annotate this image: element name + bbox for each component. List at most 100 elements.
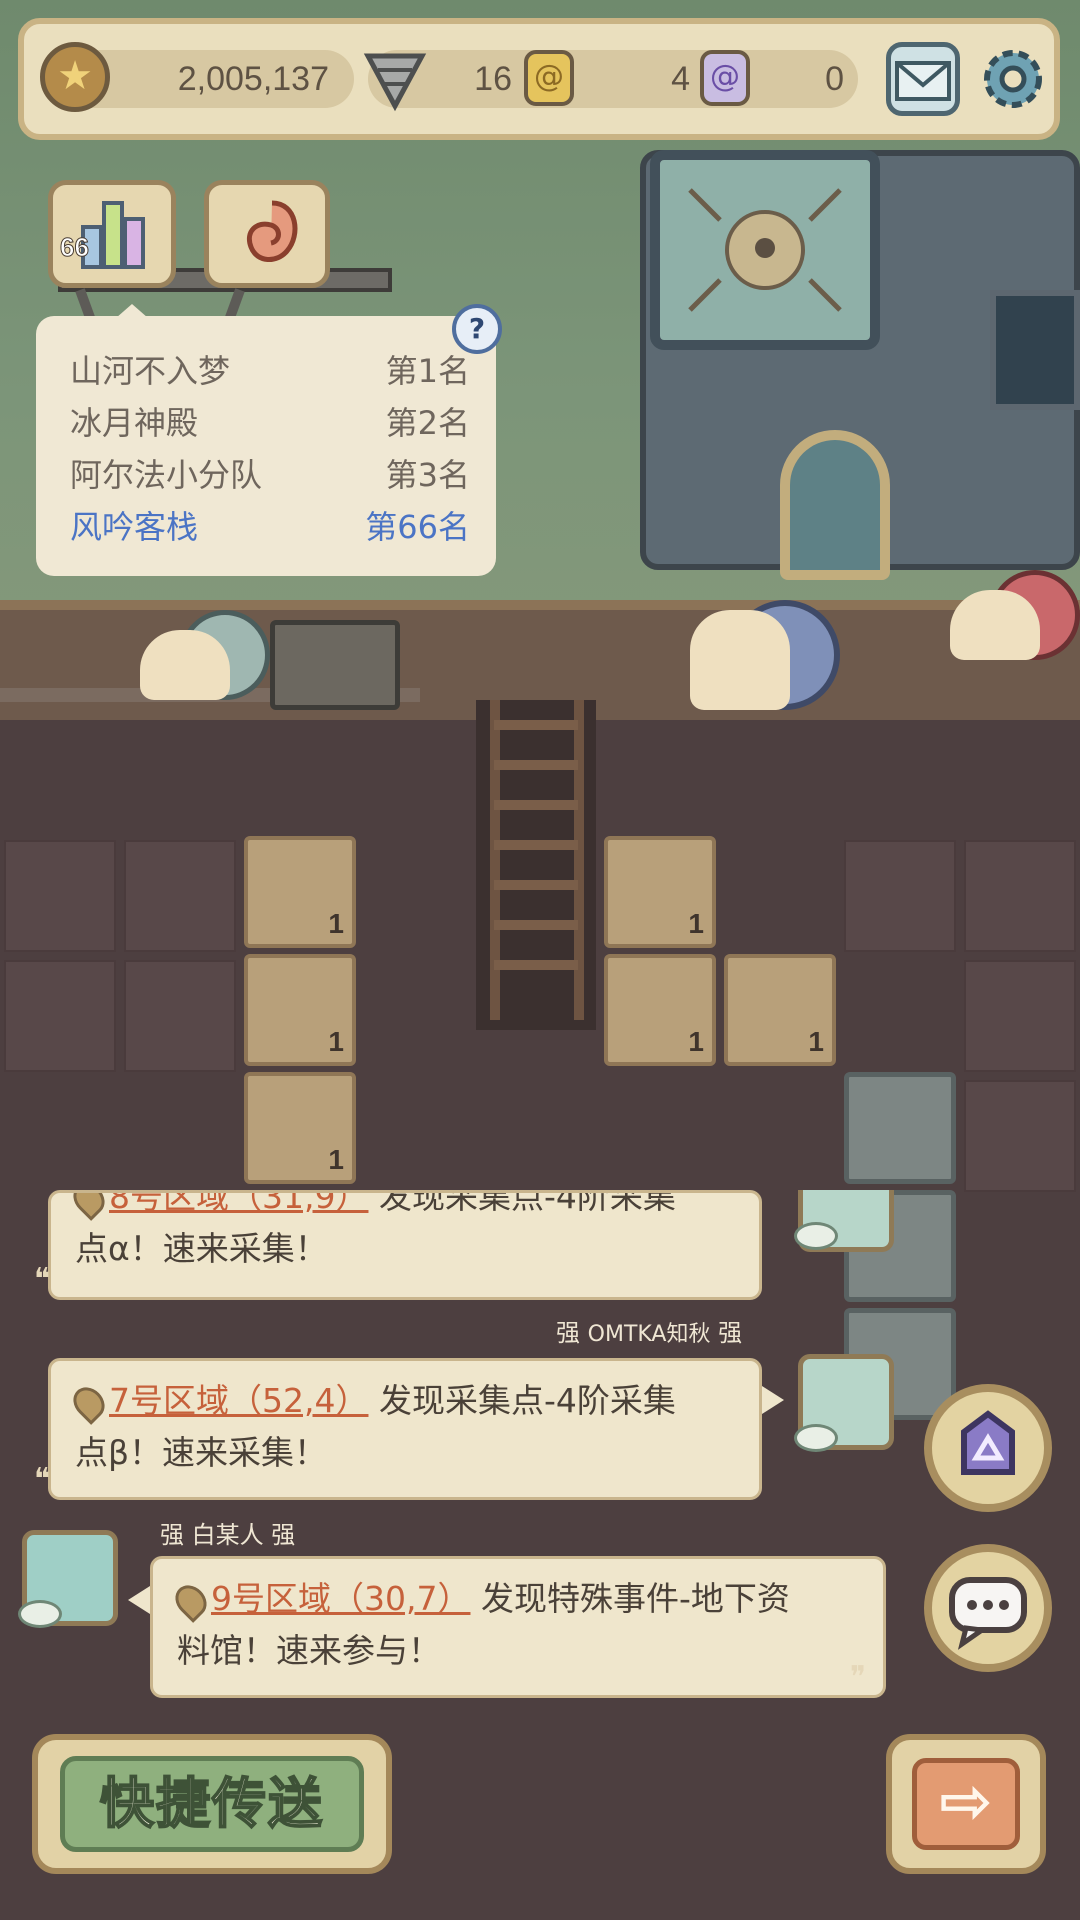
- sender-name-row: 强 OMTKA知秋 强: [556, 1316, 742, 1350]
- star-coin-icon: ★: [40, 42, 110, 112]
- npc-snail[interactable]: [950, 550, 1080, 660]
- message-text: 发现特殊事件-地下资: [480, 1579, 790, 1618]
- location-pin-icon: [67, 1380, 111, 1425]
- mail-button[interactable]: [886, 42, 960, 116]
- dirt-tile[interactable]: 1: [244, 954, 356, 1066]
- ladder-rail: [490, 700, 500, 1020]
- monitor-screen: [650, 150, 880, 350]
- eye-icon: [794, 1424, 838, 1452]
- guild-place: 第1名: [385, 352, 470, 390]
- quick-teleport-button[interactable]: 快捷传送: [32, 1734, 392, 1874]
- rank-tag-icon: 强: [271, 1521, 296, 1549]
- rank-tag-icon: 强: [718, 1319, 743, 1347]
- gold-spiral-badge-icon: @: [524, 50, 574, 106]
- settings-button[interactable]: [976, 42, 1050, 116]
- npc-snail[interactable]: [140, 590, 270, 700]
- bubble-tail: [128, 1586, 150, 1614]
- message-text: 发现采集点-4阶采集: [378, 1381, 676, 1420]
- guild-place: 第2名: [385, 404, 470, 442]
- spider-robot-icon: [688, 188, 842, 312]
- rank-row: 冰月神殿 第2名: [70, 398, 470, 446]
- rock-tile: [964, 1080, 1076, 1192]
- quote-icon: ❞: [850, 1660, 867, 1695]
- location-link[interactable]: 9号区域（30,7）: [211, 1579, 470, 1618]
- guild-place: 第3名: [385, 456, 470, 494]
- leaderboard-rank-badge: 66: [60, 232, 90, 263]
- message-text: 点α！速来采集！: [75, 1229, 328, 1268]
- player-snail[interactable]: [690, 580, 840, 710]
- eye-icon: [794, 1222, 838, 1250]
- rock-tile: [964, 960, 1076, 1072]
- drill-icon: [363, 53, 427, 112]
- chat-icon: [949, 1577, 1027, 1650]
- ladder-rung: [494, 800, 578, 810]
- next-button[interactable]: ⇨: [886, 1734, 1046, 1874]
- mail-icon: [895, 61, 951, 101]
- metal-tile[interactable]: [844, 1072, 956, 1184]
- tile-hardness: 1: [688, 1026, 704, 1057]
- tile-hardness: 1: [328, 1026, 344, 1057]
- rank-tag-icon: 强: [160, 1521, 184, 1549]
- message-text: 发现采集点-4阶采集: [378, 1190, 676, 1216]
- ladder-rung: [494, 720, 578, 730]
- guild-name: 风吟客栈: [70, 508, 199, 546]
- tile-hardness: 1: [328, 1144, 344, 1175]
- chat-button[interactable]: [924, 1544, 1052, 1672]
- ladder-rung: [494, 760, 578, 770]
- ladder-rung: [494, 840, 578, 850]
- tile-hardness: 1: [808, 1026, 824, 1057]
- tile-hardness: 1: [688, 908, 704, 939]
- dirt-tile[interactable]: 1: [724, 954, 836, 1066]
- rock-tile: [4, 960, 116, 1072]
- dirt-tile[interactable]: 1: [604, 954, 716, 1066]
- location-pin-icon: [67, 1193, 111, 1221]
- eye-icon: [18, 1600, 62, 1628]
- dirt-tile[interactable]: 1: [244, 836, 356, 948]
- bubble-tail: [762, 1386, 798, 1414]
- team-flag-icon: [961, 1410, 1015, 1475]
- help-button[interactable]: ?: [452, 304, 502, 354]
- rank-row: 阿尔法小分队 第3名: [70, 450, 470, 498]
- solar-panel: [990, 290, 1080, 410]
- dirt-tile[interactable]: 1: [244, 1072, 356, 1184]
- chat-message[interactable]: 7号区域（52,4） 发现采集点-4阶采集 点β！速来采集！: [48, 1358, 762, 1500]
- ladder-rung: [494, 920, 578, 930]
- quick-teleport-label: 快捷传送: [60, 1756, 364, 1852]
- tile-hardness: 1: [328, 908, 344, 939]
- guild-name: 冰月神殿: [70, 404, 199, 442]
- sender-name-row: 强 白某人 强: [160, 1518, 295, 1552]
- rock-tile: [844, 840, 956, 952]
- lab-door: [780, 430, 890, 580]
- chat-message[interactable]: 8号区域（31,9） 发现采集点-4阶采集 点α！速来采集！: [48, 1190, 762, 1300]
- shell-button[interactable]: [204, 180, 330, 288]
- sender-name: OMTKA知秋: [587, 1322, 711, 1347]
- gold-badge-count: 4: [671, 60, 690, 98]
- guild-place: 第66名: [365, 508, 470, 546]
- guild-name: 阿尔法小分队: [70, 456, 263, 494]
- rank-row: 山河不入梦 第1名: [70, 346, 470, 394]
- chat-message[interactable]: 9号区域（30,7） 发现特殊事件-地下资 料馆！速来参与！: [150, 1556, 886, 1698]
- location-link[interactable]: 7号区域（52,4）: [109, 1381, 368, 1420]
- rock-tile: [124, 840, 236, 952]
- sender-name: 白某人: [191, 1521, 264, 1549]
- shell-icon: [247, 200, 298, 262]
- quote-icon: ❝: [34, 1462, 51, 1497]
- rock-tile: [964, 840, 1076, 952]
- rock-tile: [124, 960, 236, 1072]
- location-link[interactable]: 8号区域（31,9）: [109, 1193, 368, 1216]
- gear-icon: [984, 50, 1042, 108]
- dirt-tile[interactable]: 1: [604, 836, 716, 948]
- ladder-rung: [494, 880, 578, 890]
- purple-spiral-badge-icon: @: [700, 50, 750, 106]
- rock-tile: [4, 840, 116, 952]
- arrow-right-icon: ⇨: [912, 1758, 1020, 1850]
- guild-name: 山河不入梦: [70, 352, 231, 390]
- quote-icon: ❝: [34, 1262, 51, 1297]
- team-flag-button[interactable]: [924, 1384, 1052, 1512]
- resource-bar: ★ 2,005,137 16 @ 4 @ 0: [18, 18, 1060, 140]
- coin-count: 2,005,137: [177, 60, 329, 98]
- message-text: 料馆！速来参与！: [177, 1631, 441, 1670]
- location-pin-icon: [169, 1578, 213, 1623]
- drill-count: 16: [474, 60, 512, 98]
- purple-badge-count: 0: [825, 60, 844, 98]
